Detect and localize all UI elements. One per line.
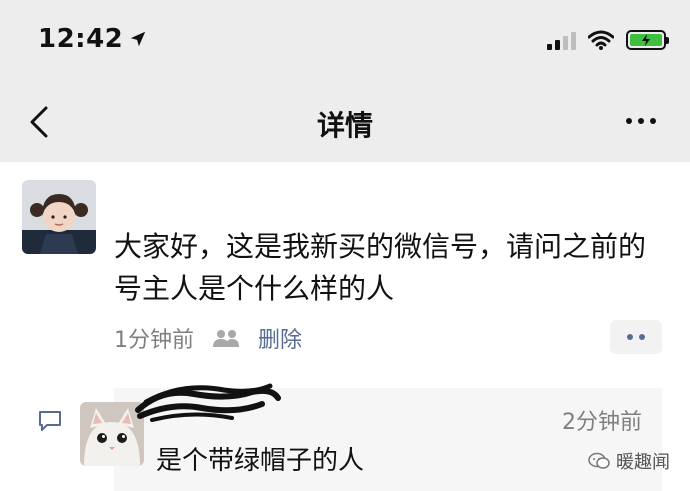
ellipsis-icon — [627, 334, 633, 340]
delete-button[interactable]: 删除 — [258, 322, 302, 354]
page-title: 详情 — [316, 109, 373, 142]
redacted-name-scribble — [135, 383, 281, 422]
comment-icon — [39, 411, 61, 431]
post-text: 大家好，这是我新买的微信号，请问之前的号主人是个什么样的人 — [114, 230, 647, 305]
header: 12:42 详情 — [0, 0, 690, 162]
wifi-icon — [588, 30, 614, 50]
comment-time: 2分钟前 — [562, 410, 642, 435]
post-time: 1分钟前 — [114, 328, 194, 353]
ellipsis-icon — [626, 118, 632, 124]
cellular-signal-icon — [547, 30, 576, 50]
watermark: 暖趣闻 — [588, 448, 670, 474]
post-meta: 1分钟前 删除 — [114, 322, 302, 354]
watermark-text: 暖趣闻 — [616, 452, 670, 473]
comment-text: 是个带绿帽子的人 — [156, 446, 365, 476]
post-author-avatar[interactable] — [22, 180, 96, 254]
status-bar-right — [547, 30, 669, 50]
friends-icon[interactable] — [212, 328, 240, 348]
time-label: 12:42 — [38, 24, 124, 54]
wechat-icon — [588, 452, 610, 469]
post-actions-button[interactable] — [610, 320, 662, 354]
avatar-image — [22, 180, 96, 254]
battery-charging-icon — [626, 30, 669, 50]
moments-detail-screen: 12:42 详情 大家好，这是我新买的微信号，请问之前的号主人是个什么样的人 1… — [0, 0, 690, 491]
location-arrow-icon — [131, 31, 146, 47]
more-options-button[interactable] — [626, 118, 656, 124]
status-bar-time: 12:42 — [38, 24, 147, 54]
